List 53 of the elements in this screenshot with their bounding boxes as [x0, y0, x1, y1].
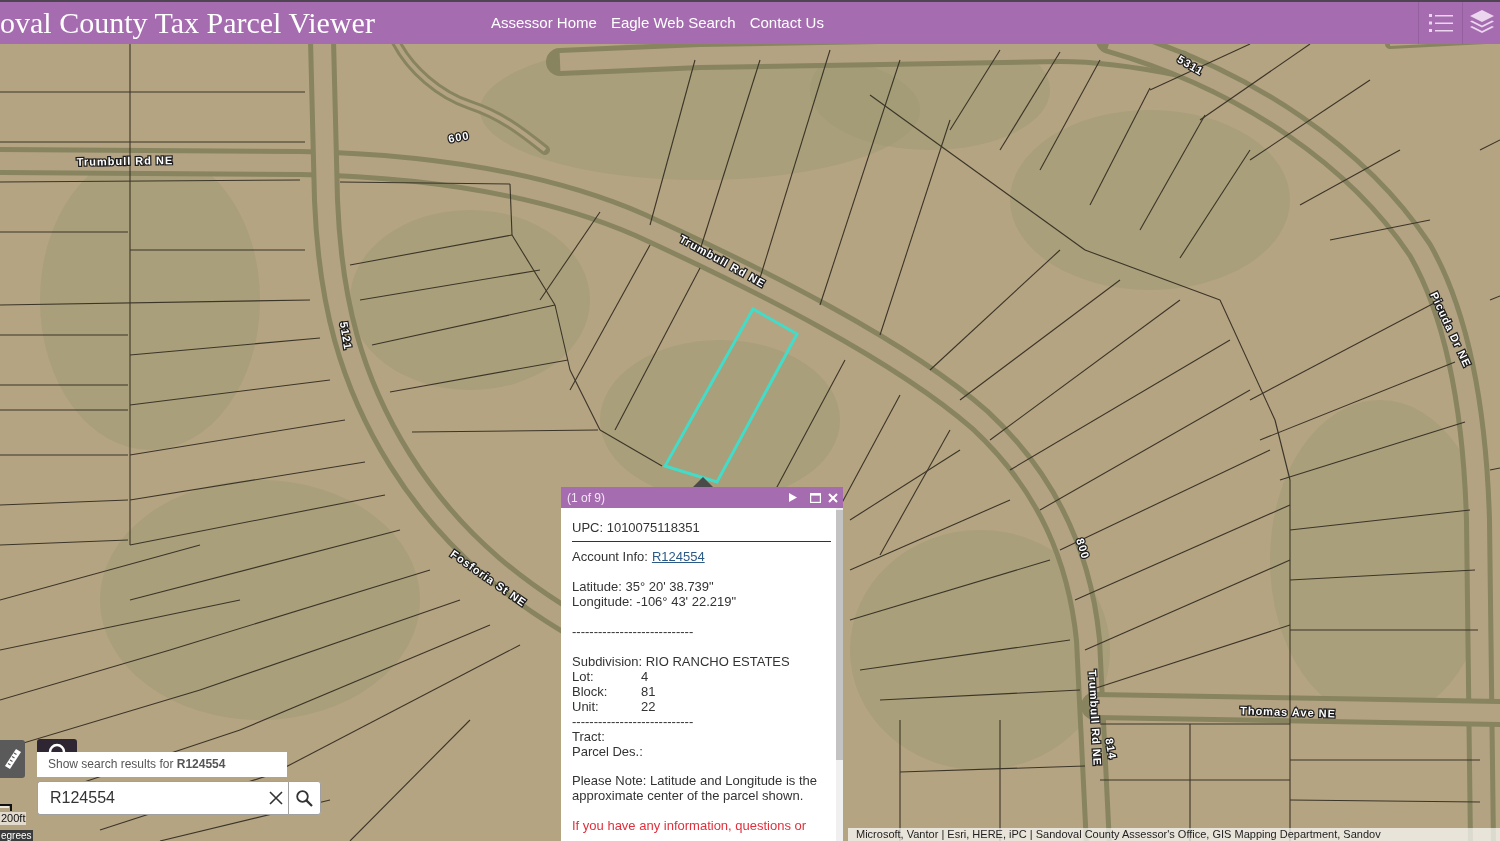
play-icon — [789, 493, 797, 502]
clear-button[interactable] — [263, 781, 288, 815]
field-label: Parcel Des.: — [572, 744, 644, 759]
arc-icon — [48, 743, 66, 752]
separator-text: ---------------------------- — [572, 714, 695, 729]
map-label: 600 — [447, 129, 471, 145]
field-value: 4 — [641, 669, 650, 684]
close-icon — [268, 791, 283, 805]
field-value: 22 — [641, 699, 657, 714]
subdivision-text: Subdivision: RIO RANCHO ESTATES — [572, 654, 791, 669]
ruler-icon — [4, 749, 21, 769]
units-label: egrees — [0, 830, 33, 841]
scale-bar — [0, 804, 12, 811]
measure-button[interactable] — [0, 740, 25, 778]
nav-link[interactable]: Assessor Home — [491, 11, 597, 35]
scrollbar-thumb[interactable] — [836, 510, 843, 760]
search-icon — [296, 789, 313, 807]
coordinate-text: Latitude: 35° 20' 38.739" — [572, 579, 715, 594]
search-suggestion[interactable]: Show search results for R124554 — [37, 752, 287, 777]
next-button[interactable] — [786, 490, 800, 505]
contact-note-text: If you have any information, questions or — [572, 818, 808, 833]
maximize-button[interactable] — [808, 490, 822, 505]
nav-link[interactable]: Contact Us — [749, 11, 824, 35]
scale-label: 200ft — [0, 812, 27, 825]
account-link[interactable]: R124554 — [651, 549, 705, 564]
field-label: Lot: — [572, 669, 595, 684]
field-label: Account Info: — [572, 549, 648, 564]
field-label: Tract: — [572, 729, 606, 744]
field-label: Unit: — [572, 699, 600, 714]
map-label: Trumbull Rd NE — [1086, 669, 1104, 767]
separator-text: ---------------------------- — [572, 624, 695, 639]
upc-text: UPC: 1010075118351 — [572, 520, 701, 535]
tool-button[interactable] — [37, 739, 77, 752]
map-label: 5121 — [337, 320, 355, 351]
map-label: Thomas Ave NE — [1239, 704, 1337, 720]
field-label: Block: — [572, 684, 609, 699]
map-label: 814 — [1103, 737, 1119, 761]
map-label: 800 — [1074, 536, 1093, 561]
search-button[interactable] — [288, 781, 321, 815]
popup-pointer-icon — [693, 477, 713, 487]
popup-counter: (1 of 9) — [567, 489, 605, 507]
nav-link[interactable]: Eagle Web Search — [610, 11, 736, 35]
close-button[interactable] — [826, 490, 840, 505]
search-field[interactable]: R124554 — [37, 781, 263, 815]
app-title: oval County Tax Parcel Viewer — [0, 8, 375, 38]
close-icon — [828, 492, 838, 503]
note-text: Please Note: Latitude and Longitude is the approximate center of the parcel shown. — [572, 773, 818, 803]
map-label: Trumbull Rd NE — [76, 154, 174, 168]
attribution-text: Microsoft, Vantor | Esri, HERE, iPC | Sandoval County Assessor's Office, GIS Mapping Department, Sandov — [848, 828, 1500, 841]
window-icon — [809, 492, 821, 503]
coordinate-text: Longitude: -106° 43' 22.219" — [572, 594, 738, 609]
list-icon — [1428, 13, 1453, 33]
field-value: 81 — [641, 684, 657, 699]
